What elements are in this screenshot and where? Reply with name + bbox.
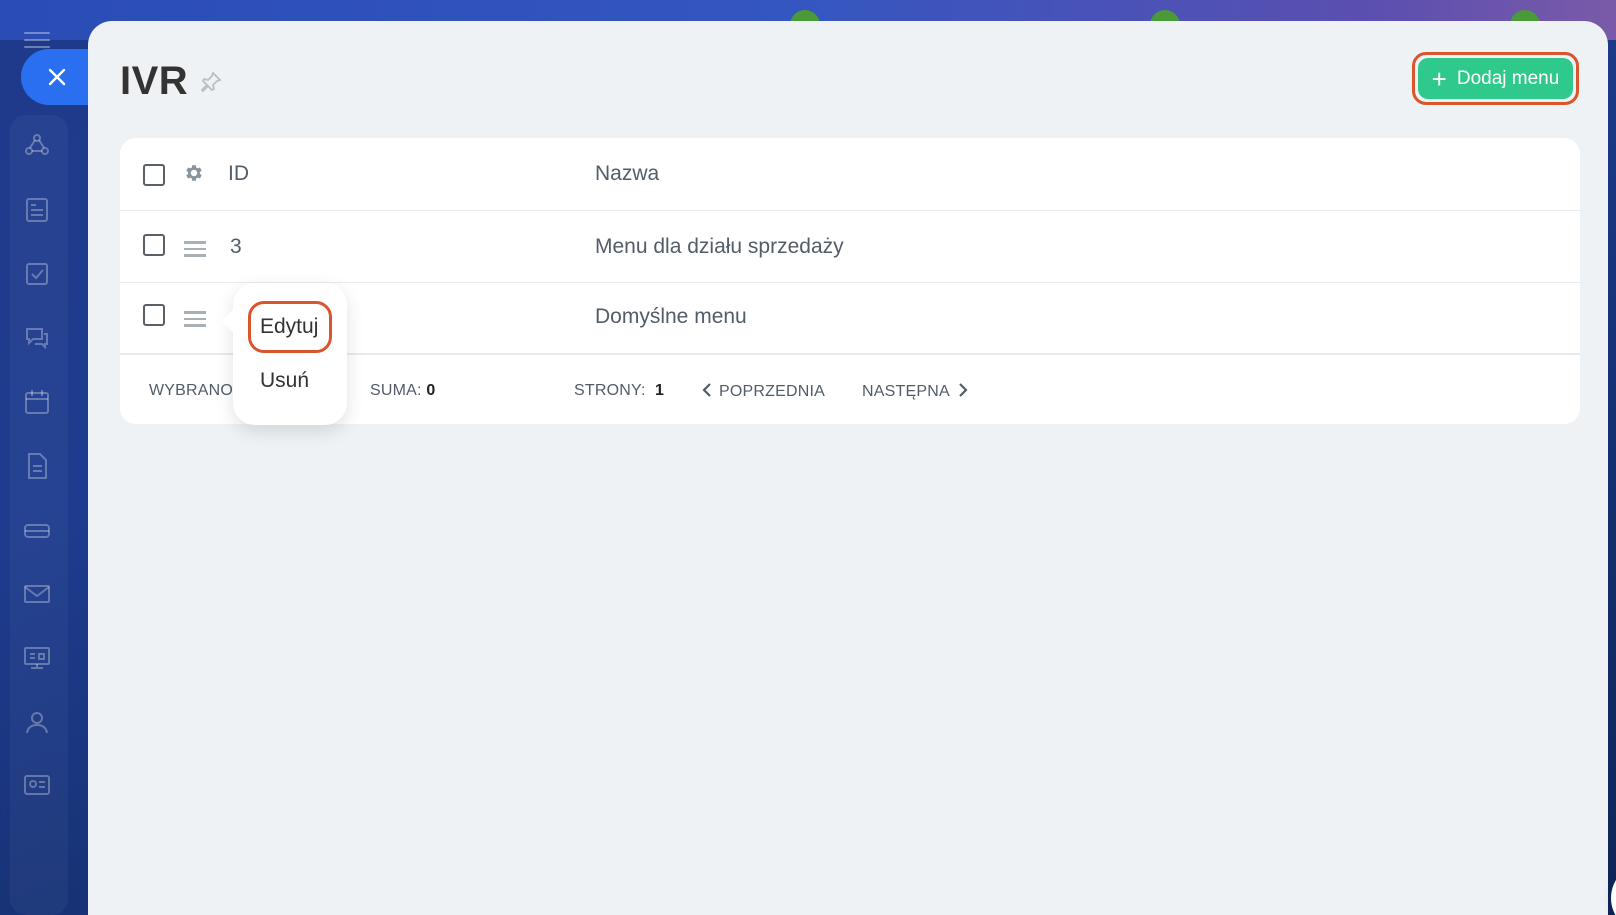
row-id: 3 — [230, 235, 242, 258]
menu-item-edit[interactable]: Edytuj — [260, 315, 318, 339]
file-icon[interactable] — [22, 451, 52, 481]
calendar-icon[interactable] — [22, 387, 52, 417]
total-count: SUMA: 0 — [370, 382, 435, 400]
row-checkbox[interactable] — [143, 234, 165, 256]
mail-icon[interactable] — [22, 579, 52, 609]
selected-count-label: WYBRANO — [149, 382, 234, 399]
close-slider-button[interactable] — [21, 49, 89, 105]
grid-header-row: ID Nazwa — [120, 138, 1580, 211]
select-all-checkbox[interactable] — [143, 164, 165, 186]
total-label: SUMA: — [370, 382, 422, 399]
prev-page-button[interactable]: POPRZEDNIA — [702, 382, 825, 401]
board-icon[interactable] — [22, 643, 52, 673]
row-checkbox[interactable] — [143, 304, 165, 326]
tasks-icon[interactable] — [22, 259, 52, 289]
storage-icon[interactable] — [22, 515, 52, 545]
chevron-right-icon — [959, 383, 968, 397]
column-header-id[interactable]: ID — [228, 162, 249, 186]
next-page-label: NASTĘPNA — [862, 383, 950, 400]
deals-icon[interactable] — [22, 130, 52, 160]
page-title: IVR — [120, 59, 189, 103]
row-context-menu: Edytuj Usuń — [221, 283, 347, 425]
pages-count: STRONY: 1 — [574, 382, 664, 400]
pages-value: 1 — [654, 382, 665, 399]
gear-icon[interactable] — [183, 162, 205, 189]
add-menu-label: Dodaj menu — [1456, 67, 1560, 89]
chevron-left-icon — [702, 383, 711, 397]
main-panel: IVR + Dodaj menu ID Nazwa 3 Menu dla dzi… — [88, 21, 1616, 915]
chat-icon[interactable] — [22, 323, 52, 353]
total-value: 0 — [426, 382, 436, 399]
add-menu-button[interactable]: + Dodaj menu — [1418, 58, 1573, 99]
documents-icon[interactable] — [22, 195, 52, 225]
row-name[interactable]: Menu dla działu sprzedaży — [595, 235, 844, 259]
row-actions-menu-icon[interactable] — [184, 311, 206, 331]
row-name[interactable]: Domyślne menu — [595, 305, 747, 329]
menu-item-delete[interactable]: Usuń — [260, 369, 309, 393]
vcard-icon[interactable] — [22, 770, 52, 800]
pin-icon[interactable] — [200, 71, 222, 98]
pages-label: STRONY: — [574, 382, 646, 399]
contacts-icon[interactable] — [22, 707, 52, 737]
column-header-name[interactable]: Nazwa — [595, 162, 659, 186]
list-toggle-button[interactable] — [1611, 863, 1616, 915]
plus-icon: + — [1431, 63, 1447, 94]
row-actions-menu-icon[interactable] — [184, 241, 206, 261]
close-icon — [48, 68, 66, 86]
hamburger-menu-icon[interactable] — [24, 32, 50, 50]
add-menu-highlight: + Dodaj menu — [1412, 52, 1579, 105]
title-row: IVR — [120, 59, 222, 104]
table-row[interactable]: 3 Menu dla działu sprzedaży — [120, 211, 1580, 283]
prev-page-label: POPRZEDNIA — [719, 383, 826, 400]
left-sidebar — [0, 0, 89, 915]
next-page-button[interactable]: NASTĘPNA — [862, 382, 968, 401]
